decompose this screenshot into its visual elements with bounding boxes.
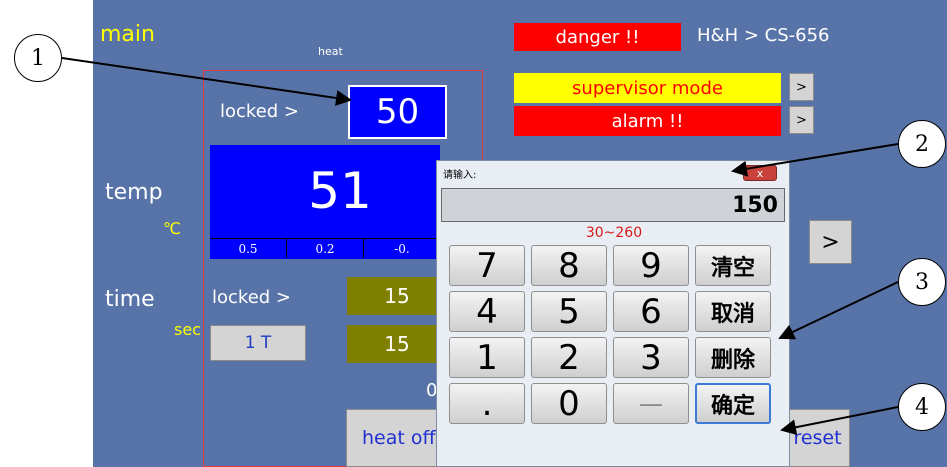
callout-1: 1 <box>14 34 62 82</box>
callout-1-arrow <box>61 57 352 106</box>
callout-2-arrow <box>731 143 899 177</box>
callout-3-arrow <box>778 281 899 340</box>
callout-4-arrow <box>780 406 899 436</box>
callout-2: 2 <box>898 120 946 168</box>
callout-4: 4 <box>898 383 946 431</box>
callout-3: 3 <box>898 258 946 306</box>
callout-arrows <box>61 57 899 436</box>
